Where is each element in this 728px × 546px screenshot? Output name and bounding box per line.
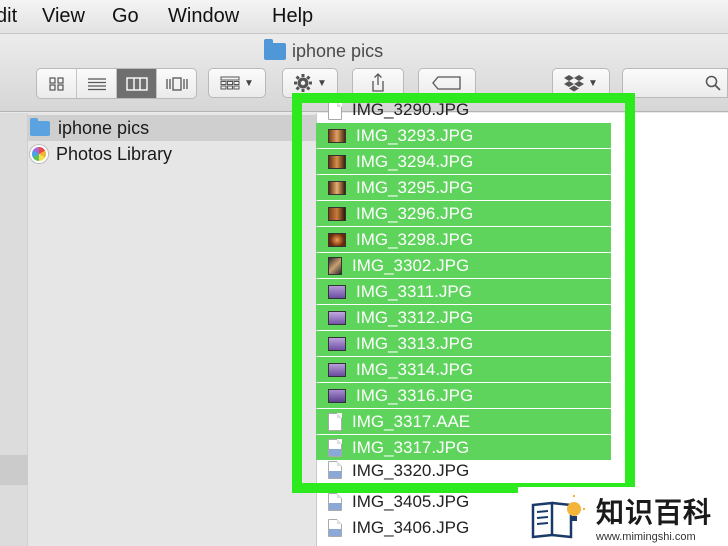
menu-edit[interactable]: dit (0, 5, 17, 28)
image-file-icon (328, 518, 342, 537)
arrange-button[interactable]: ▼ (208, 68, 266, 98)
chevron-down-icon: ▼ (317, 77, 327, 89)
icon-view-icon (48, 76, 64, 91)
tag-icon (432, 76, 461, 90)
watermark-url: www.mimingshi.com (596, 530, 696, 543)
sidebar-item-photos-library[interactable]: Photos Library (28, 141, 316, 167)
menu-view[interactable]: View (42, 5, 85, 28)
chevron-down-icon: ▼ (588, 77, 598, 89)
column-view-button[interactable] (117, 69, 157, 98)
folder-icon (264, 38, 286, 60)
list-view-icon (87, 77, 106, 90)
chevron-down-icon: ▼ (244, 77, 254, 89)
cover-flow-button[interactable] (157, 69, 196, 98)
sidebar-item-iphone-pics[interactable]: iphone pics (28, 115, 316, 141)
sidebar-gutter-selection (0, 455, 28, 485)
book-lightbulb-logo-icon (531, 494, 585, 538)
view-mode-segmented-control (36, 68, 197, 99)
file-name: IMG_3406.JPG (352, 517, 470, 537)
highlight-frame (292, 93, 635, 493)
cover-flow-icon (165, 76, 188, 91)
watermark-text: 知识百科 www.mimingshi.com (596, 491, 712, 543)
sidebar-item-label: Photos Library (56, 143, 173, 164)
folder-icon (30, 117, 50, 136)
menu-window[interactable]: Window (168, 5, 239, 28)
file-name: IMG_3405.JPG (352, 491, 470, 511)
photos-library-icon (30, 145, 48, 163)
icon-view-button[interactable] (37, 69, 77, 98)
arrange-icon (220, 76, 240, 90)
search-field[interactable] (622, 68, 728, 98)
gear-icon (294, 74, 313, 92)
column-view-icon (125, 76, 148, 91)
share-icon (372, 73, 384, 92)
search-icon (705, 75, 721, 91)
list-view-button[interactable] (77, 69, 117, 98)
dropbox-icon (564, 75, 585, 92)
menu-bar: dit View Go Window Help (0, 0, 728, 34)
watermark-brand: 知识百科 (596, 496, 713, 528)
watermark: 知识百科 www.mimingshi.com (518, 487, 728, 546)
sidebar-item-label: iphone pics (58, 117, 150, 138)
window-title: iphone pics (264, 38, 384, 63)
window-title-text: iphone pics (292, 40, 384, 61)
sidebar (0, 113, 316, 546)
menu-help[interactable]: Help (272, 5, 313, 28)
menu-go[interactable]: Go (112, 5, 139, 28)
image-file-icon (328, 492, 342, 511)
